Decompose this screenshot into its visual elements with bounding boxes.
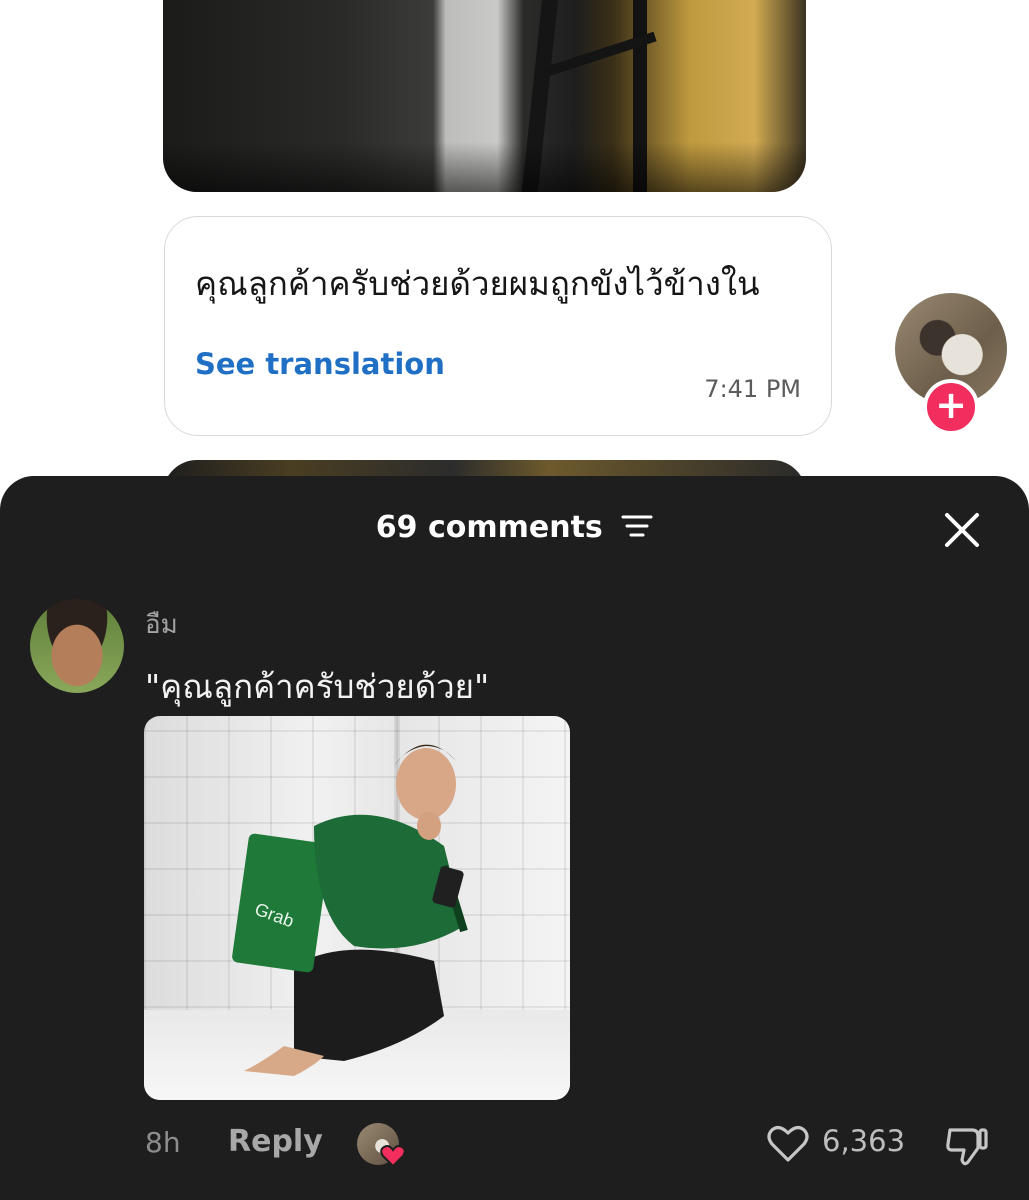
chat-message-text: คุณลูกค้าครับช่วยด้วยผมถูกขังไว้ข้างใน — [195, 264, 760, 303]
commenter-username[interactable]: อืม — [145, 604, 178, 645]
see-translation-link[interactable]: See translation — [195, 347, 445, 381]
message-timestamp: 7:41 PM — [704, 375, 801, 403]
comment-text: "คุณลูกค้าครับช่วยด้วย" — [145, 667, 490, 706]
comment-image[interactable]: Grab — [144, 716, 570, 1100]
thumbs-down-icon[interactable] — [944, 1124, 990, 1168]
heart-filled-icon — [380, 1145, 406, 1168]
heart-outline-icon[interactable] — [766, 1124, 810, 1164]
follow-button[interactable]: + — [923, 379, 979, 435]
like-count: 6,363 — [822, 1124, 906, 1158]
video-thumbnail-top[interactable] — [163, 0, 806, 192]
close-icon[interactable] — [938, 506, 986, 554]
comments-header: 69 comments — [0, 510, 1029, 545]
comment-age: 8h — [145, 1126, 181, 1159]
photo-shadow — [163, 142, 806, 192]
comments-sheet: 69 comments อืม "คุณลูกค้าครับช่วยด้วย" … — [0, 476, 1029, 1200]
chat-message-bubble: คุณลูกค้าครับช่วยด้วยผมถูกขังไว้ข้างใน S… — [164, 216, 832, 436]
reply-button[interactable]: Reply — [228, 1124, 323, 1159]
rider-figure: Grab — [232, 744, 468, 1076]
plus-icon: + — [935, 383, 967, 427]
comments-count-title: 69 comments — [375, 510, 603, 545]
commenter-avatar[interactable] — [30, 599, 124, 693]
sort-icon[interactable] — [621, 513, 653, 539]
